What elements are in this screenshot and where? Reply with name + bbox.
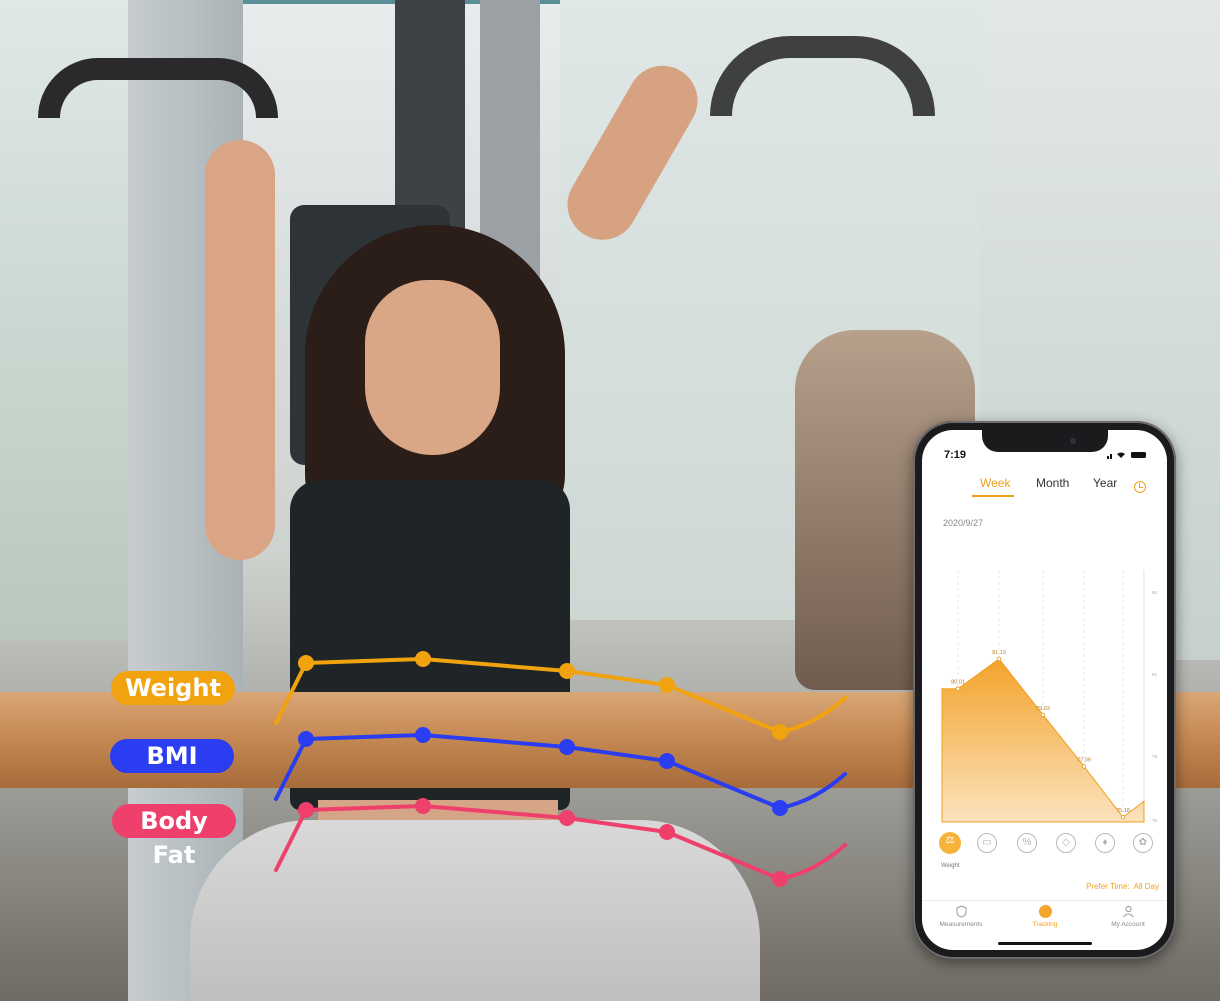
- data-label-3: 77.09: [1077, 757, 1091, 763]
- bmi-trend-point-3: [659, 753, 675, 769]
- tab-week[interactable]: Week: [971, 476, 1015, 497]
- weight-icon[interactable]: ⚖: [939, 832, 961, 854]
- user-icon: [1122, 905, 1134, 918]
- data-label-2: 79.03: [1036, 706, 1050, 712]
- data-label-0: 80.01: [951, 680, 965, 686]
- weight-trend-point-3: [659, 677, 675, 693]
- y-tick-1: 81: [1152, 672, 1158, 677]
- body-fat-trend-point-0: [298, 802, 314, 818]
- muscle-icon[interactable]: ♦: [1095, 833, 1115, 853]
- bmi-icon[interactable]: ▭: [977, 833, 997, 853]
- data-point-2: [1040, 712, 1046, 718]
- wifi-icon: [1117, 452, 1125, 458]
- shield-icon: [956, 905, 966, 918]
- bmi-trend-point-2: [559, 739, 575, 755]
- nav-measurements[interactable]: Measurements: [926, 901, 996, 928]
- weight-area-chart: 80.01 81.13 79.03 77.09 75.18 84 81 78 75: [941, 570, 1158, 823]
- tab-month[interactable]: Month: [1036, 476, 1069, 490]
- nav-account[interactable]: My Account: [1093, 901, 1163, 928]
- signal-icon: [1107, 456, 1109, 459]
- nav-tracking[interactable]: Tracking: [1010, 901, 1080, 928]
- weight-trend-point-0: [298, 655, 314, 671]
- weight-area: [941, 658, 1145, 823]
- metric-icons-row: ⚖ ▭ % ◇ ♦ ✿: [922, 827, 1167, 867]
- nav-account-label: My Account: [1111, 921, 1145, 928]
- data-point-4: [1120, 815, 1126, 820]
- clock-icon[interactable]: [1134, 481, 1146, 493]
- data-label-4: 75.18: [1116, 808, 1130, 814]
- bmi-label: BMI: [110, 739, 234, 773]
- body-fat-trend-point-1: [415, 798, 431, 814]
- data-point-1: [996, 656, 1002, 662]
- body-fat-trend-point-2: [559, 810, 575, 826]
- selected-metric-caption: Weight: [941, 863, 960, 869]
- weight-trend-point-2: [559, 663, 575, 679]
- status-icons: [1107, 452, 1146, 459]
- body-fat-label: Body Fat: [112, 804, 236, 869]
- tab-year[interactable]: Year: [1093, 476, 1117, 490]
- bmi-trend-point-4: [772, 800, 788, 816]
- y-tick-0: 84: [1152, 590, 1158, 595]
- period-tabs: Week Month Year: [922, 476, 1167, 500]
- home-indicator: [998, 942, 1092, 945]
- bone-icon[interactable]: ✿: [1133, 833, 1153, 853]
- nav-tracking-label: Tracking: [1032, 921, 1058, 928]
- body-fat-trend-point-4: [772, 871, 788, 887]
- phone-notch: [982, 430, 1108, 452]
- water-icon[interactable]: ◇: [1056, 833, 1076, 853]
- prefer-time[interactable]: Prefer Time: All Day: [1082, 882, 1159, 891]
- phone-screen: 7:19 Week Month Year 2020/9/27 80.01 81.1…: [922, 430, 1167, 950]
- data-point-3: [1081, 764, 1087, 769]
- weight-trend-point-4: [772, 724, 788, 740]
- nav-measurements-label: Measurements: [939, 921, 983, 928]
- tracking-icon: [1038, 905, 1052, 918]
- y-tick-2: 78: [1152, 754, 1158, 759]
- prefer-time-label: Prefer Time:: [1086, 882, 1130, 891]
- battery-icon: [1131, 452, 1146, 458]
- data-point-0: [955, 686, 961, 691]
- data-label-1: 81.13: [992, 650, 1006, 656]
- date-label: 2020/9/27: [943, 518, 984, 528]
- body-fat-icon[interactable]: %: [1017, 833, 1037, 853]
- prefer-time-value: All Day: [1133, 882, 1159, 891]
- weight-trend-point-1: [415, 651, 431, 667]
- body-fat-trend-point-3: [659, 824, 675, 840]
- weight-label: Weight: [111, 671, 235, 705]
- smartphone: 7:19 Week Month Year 2020/9/27 80.01 81.1…: [913, 421, 1176, 959]
- bmi-trend-point-1: [415, 727, 431, 743]
- bmi-trend-point-0: [298, 731, 314, 747]
- y-tick-3: 75: [1152, 818, 1158, 823]
- status-time: 7:19: [944, 449, 967, 461]
